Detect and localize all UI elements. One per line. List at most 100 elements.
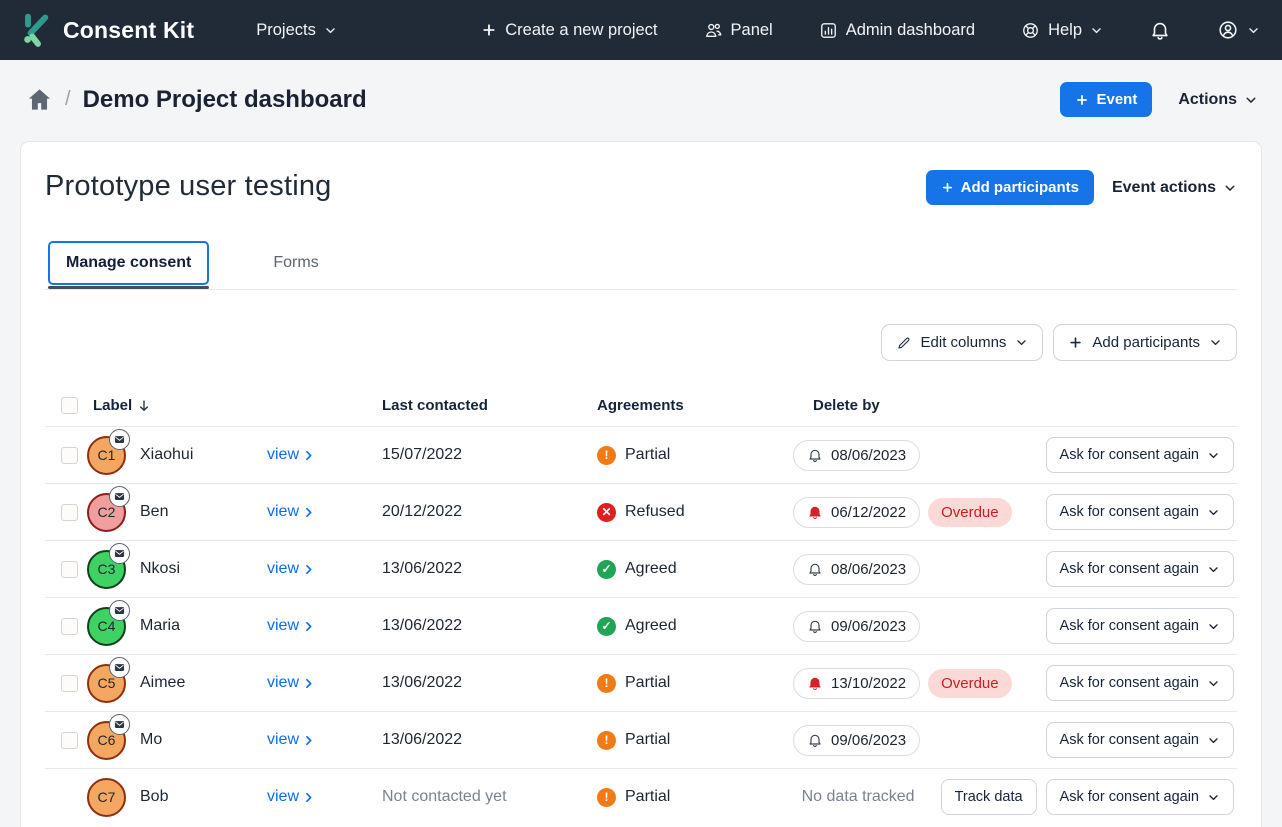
view-link[interactable]: view [267,674,315,692]
agreement-partial-icon: ! [597,787,616,807]
event-title: Prototype user testing [45,170,332,202]
delete-by-date-pill[interactable]: 08/06/2023 [793,439,921,471]
home-icon[interactable] [26,86,53,113]
tab-forms[interactable]: Forms [255,241,336,285]
row-checkbox[interactable] [61,446,78,464]
column-header-agreements[interactable]: Agreements [597,397,793,414]
tab-manage-consent[interactable]: Manage consent [48,241,210,289]
label-header-text: Label [93,397,133,414]
no-data-tracked-text: No data tracked [801,788,915,805]
participant-name: Bob [140,788,169,805]
agreement-refused-icon: ✕ [597,502,616,522]
envelope-badge-icon [109,542,130,564]
nav-create-project[interactable]: Create a new project [481,20,658,40]
page-title: Demo Project dashboard [82,85,367,113]
participant-label: C5 [97,675,116,691]
ask-consent-again-button[interactable]: Ask for consent again [1045,608,1234,644]
participant-avatar: C4 [87,599,130,646]
breadcrumb-separator: / [65,88,71,110]
edit-columns-label: Edit columns [920,334,1007,351]
row-checkbox[interactable] [61,560,78,578]
delete-by-date-pill[interactable]: 09/06/2023 [793,724,921,756]
delete-by-date-pill[interactable]: 09/06/2023 [793,610,921,642]
nav-create-project-label: Create a new project [505,20,658,39]
column-header-delete-by[interactable]: Delete by [793,397,1237,414]
account-menu[interactable] [1217,19,1260,41]
participant-avatar: C7 [87,777,126,817]
delete-by-date-pill[interactable]: 13/10/2022 [793,667,921,699]
select-all-checkbox[interactable] [61,397,78,414]
bar-chart-icon [819,21,838,40]
notifications-bell-icon[interactable] [1149,19,1171,41]
envelope-badge-icon [109,713,130,735]
chevron-down-icon [1207,791,1220,804]
delete-by-date-pill[interactable]: 06/12/2022 [793,496,921,528]
plus-icon [1068,335,1083,350]
plus-icon [1075,93,1089,107]
event-button[interactable]: Event [1060,82,1153,117]
view-link[interactable]: view [267,788,315,806]
actions-menu[interactable]: Actions [1178,91,1258,109]
row-checkbox[interactable] [61,503,78,521]
agreement-status: ! Partial [597,787,793,807]
agreement-label: Partial [625,446,671,463]
chevron-down-icon [1207,734,1220,747]
row-checkbox[interactable] [61,731,78,749]
nav-projects[interactable]: Projects [256,21,337,40]
track-data-button[interactable]: Track data [940,779,1037,815]
envelope-badge-icon [109,599,130,621]
view-link[interactable]: view [267,503,315,521]
view-link[interactable]: view [267,560,315,578]
last-contacted-value: 20/12/2022 [382,503,463,520]
ask-consent-again-button[interactable]: Ask for consent again [1045,551,1234,587]
participants-table: Label Last contacted Agreements Delete b… [45,387,1237,825]
view-link[interactable]: view [267,731,315,749]
user-circle-icon [1217,19,1239,41]
add-participants-button-secondary[interactable]: Add participants [1053,324,1237,361]
view-link-label: view [267,674,300,691]
delete-by-date: 09/06/2023 [831,617,907,635]
participant-name: Xiaohui [140,446,194,463]
brand[interactable]: Consent Kit [22,12,194,49]
ask-consent-again-button[interactable]: Ask for consent again [1045,779,1234,815]
row-checkbox[interactable] [61,617,78,635]
view-link-label: view [267,617,300,634]
row-checkbox[interactable] [61,674,78,692]
nav-panel-label: Panel [730,20,773,39]
column-header-label[interactable]: Label [87,397,267,414]
chevron-right-icon [302,791,315,804]
add-participants-button-primary[interactable]: Add participants [925,170,1094,205]
ask-consent-again-label: Ask for consent again [1059,789,1199,805]
agreement-label: Agreed [625,617,677,634]
agreement-label: Partial [625,674,671,691]
view-link[interactable]: view [267,446,315,464]
ask-consent-again-button[interactable]: Ask for consent again [1045,722,1234,758]
participant-label: C6 [97,732,116,748]
agreement-label: Partial [625,788,671,805]
envelope-badge-icon [109,656,130,678]
column-header-last-contacted[interactable]: Last contacted [382,397,597,414]
agreement-agreed-icon: ✓ [597,559,616,579]
view-link[interactable]: view [267,617,315,635]
ask-consent-again-button[interactable]: Ask for consent again [1045,665,1234,701]
ask-consent-again-button[interactable]: Ask for consent again [1045,437,1234,473]
actions-menu-label: Actions [1178,90,1237,108]
lifebuoy-icon [1021,21,1040,40]
delete-by-date-pill[interactable]: 08/06/2023 [793,553,921,585]
chevron-right-icon [302,506,315,519]
event-actions-menu[interactable]: Event actions [1112,179,1237,197]
delete-by-date: 13/10/2022 [831,674,907,692]
chevron-down-icon [1244,93,1258,107]
nav-panel[interactable]: Panel [704,21,773,40]
ask-consent-again-label: Ask for consent again [1059,618,1199,634]
envelope-badge-icon [109,485,130,507]
nav-help[interactable]: Help [1021,21,1103,40]
nav-admin-dashboard[interactable]: Admin dashboard [819,21,975,40]
breadcrumb: / Demo Project dashboard [26,86,367,114]
last-contacted-value: 13/06/2022 [382,560,463,577]
bell-icon [807,732,823,748]
sort-descending-icon [136,398,152,414]
envelope-badge-icon [109,428,130,450]
ask-consent-again-button[interactable]: Ask for consent again [1045,494,1234,530]
edit-columns-button[interactable]: Edit columns [880,324,1044,361]
